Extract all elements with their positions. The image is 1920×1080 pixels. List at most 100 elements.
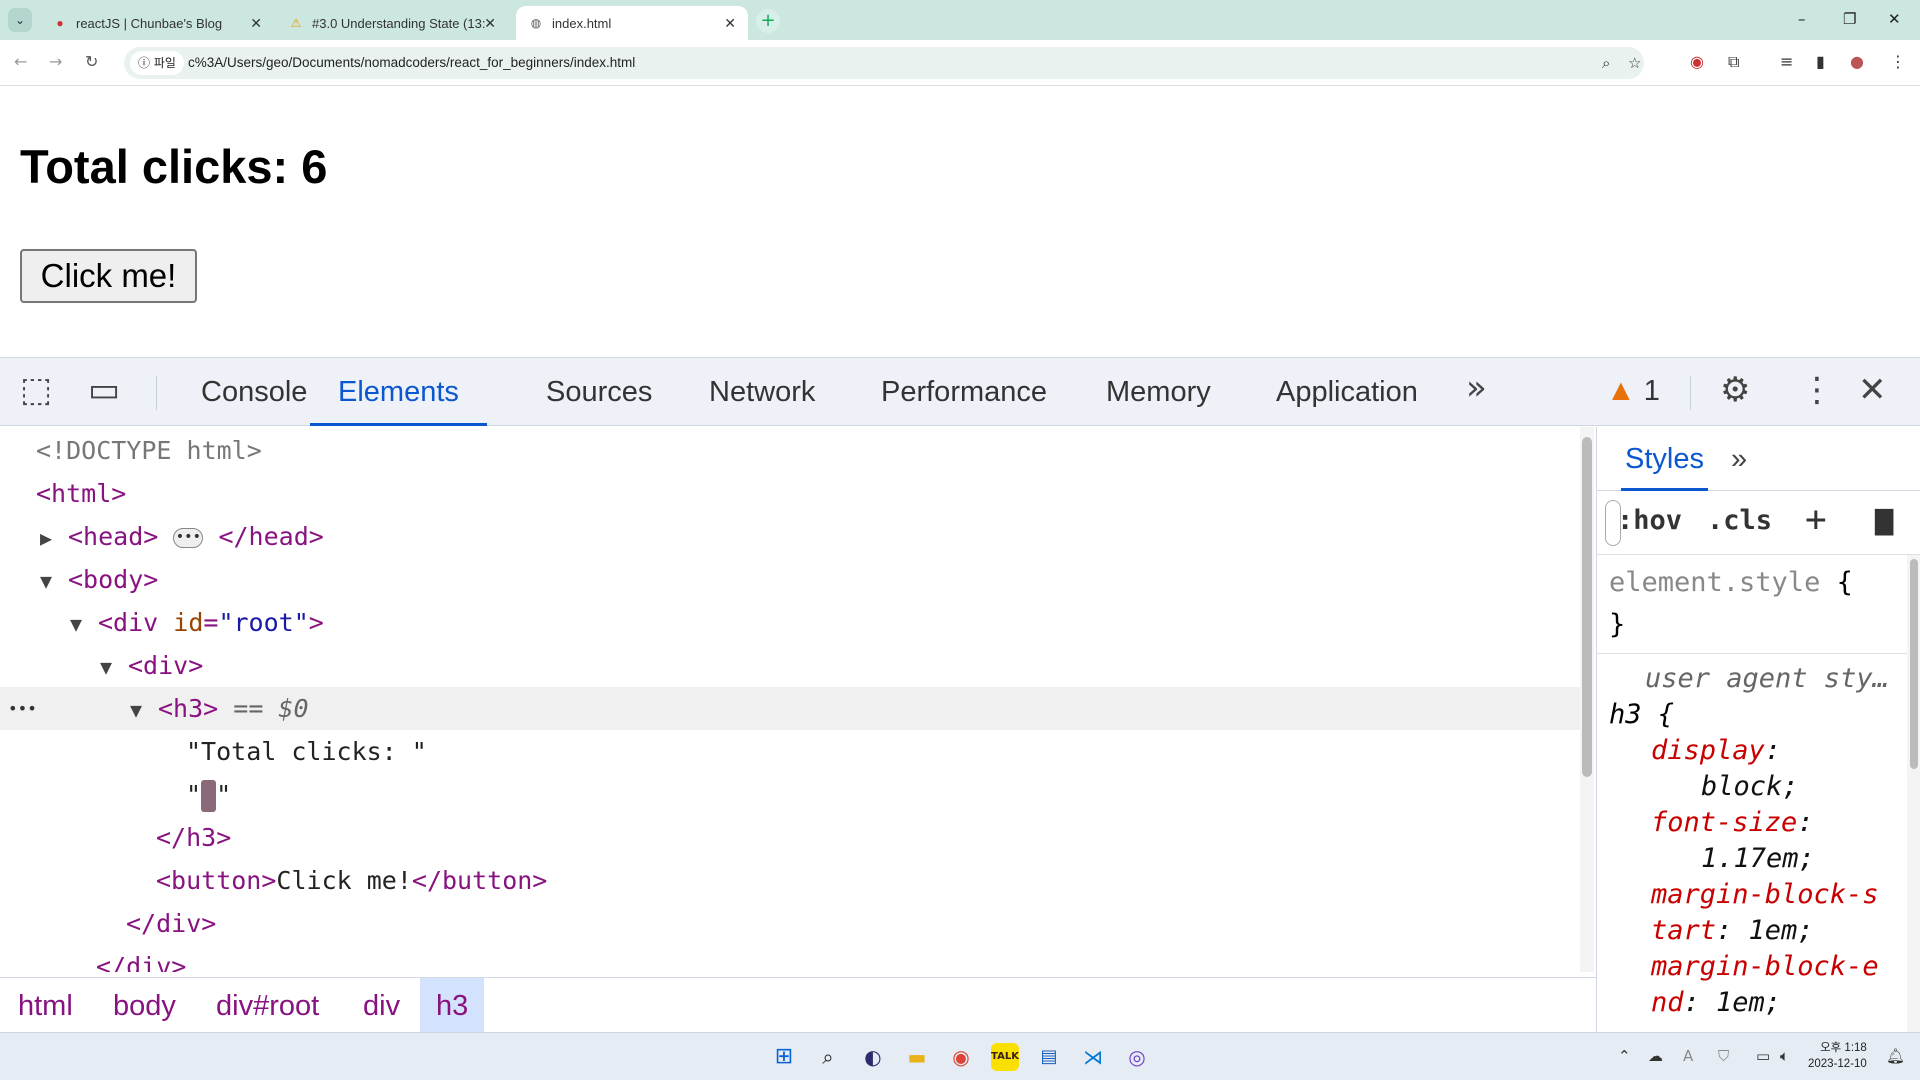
notification-bell-icon[interactable]: 🔔︎ [1886, 1047, 1905, 1065]
forward-icon[interactable]: → [49, 52, 62, 71]
address-bar[interactable]: ⓘ 파일 c%3A/Users/geo/Documents/nomadcoder… [124, 47, 1644, 79]
dom-node-h3-selected[interactable]: ••• ▼ <h3> == $0 [0, 687, 1580, 730]
tab-console[interactable]: Console [201, 358, 307, 426]
inspect-element-icon[interactable]: ⬚ [20, 370, 52, 410]
breadcrumb-div[interactable]: div [347, 978, 416, 1034]
site-info-chip[interactable]: ⓘ 파일 [130, 51, 184, 75]
dom-node-div-root-close[interactable]: </div> [0, 945, 1580, 972]
scrollbar-thumb[interactable] [1582, 437, 1592, 777]
collapse-triangle-icon[interactable]: ▼ [70, 603, 98, 646]
tab-styles[interactable]: Styles [1621, 427, 1708, 491]
style-property-font-size[interactable]: font-size: [1651, 805, 1814, 841]
profile-avatar[interactable]: ● [1850, 52, 1864, 71]
more-menu-icon[interactable]: ⋮ [1890, 52, 1906, 71]
url-text[interactable]: c%3A/Users/geo/Documents/nomadcoders/rea… [188, 47, 635, 79]
dom-node-doctype[interactable]: <!DOCTYPE html> [0, 429, 1580, 472]
extensions-puzzle-icon[interactable]: ⧉ [1728, 52, 1739, 72]
system-clock[interactable]: 오후 1:18 2023-12-10 [1808, 1040, 1867, 1072]
browser-tab-3[interactable]: ◍ index.html ✕ [516, 6, 748, 40]
settings-gear-icon[interactable]: ⚙ [1720, 370, 1750, 410]
dom-node-body[interactable]: ▼ <body> [0, 558, 1580, 601]
tab-memory[interactable]: Memory [1106, 358, 1211, 426]
tab-performance[interactable]: Performance [881, 358, 1047, 426]
zoom-icon[interactable]: ⌕ [1602, 54, 1610, 72]
notepad-app-icon[interactable]: ▤ [1035, 1043, 1063, 1071]
dom-text-node[interactable]: "Total clicks: " [0, 730, 1580, 773]
styles-scrollbar[interactable] [1907, 555, 1920, 1033]
eclipse-app-icon[interactable]: ◐ [859, 1043, 887, 1071]
minimize-icon[interactable]: – [1798, 10, 1806, 28]
more-tabs-chevron-icon[interactable]: » [1466, 368, 1487, 408]
property-value[interactable]: block; [1701, 769, 1799, 805]
browser-tab-1[interactable]: ● reactJS | Chunbae's Blog ✕ [40, 6, 274, 40]
node-actions-dots[interactable]: ••• [8, 687, 37, 730]
bookmark-star-icon[interactable]: ☆ [1628, 54, 1641, 72]
collapse-triangle-icon[interactable]: ▼ [40, 560, 68, 603]
close-tab-icon[interactable]: ✕ [250, 15, 262, 32]
restore-icon[interactable]: ❐ [1843, 10, 1856, 28]
security-icon[interactable]: ⛉ [1718, 1047, 1729, 1065]
dom-node-div-close[interactable]: </div> [0, 902, 1580, 945]
volume-icon[interactable]: 🔈︎ [1780, 1047, 1789, 1065]
breadcrumb-h3[interactable]: h3 [420, 978, 485, 1034]
hov-toggle[interactable]: :hov [1617, 505, 1682, 536]
device-toolbar-icon[interactable]: ▭ [88, 370, 120, 410]
style-property-display[interactable]: display: [1651, 733, 1781, 769]
github-desktop-icon[interactable]: ◎ [1123, 1043, 1151, 1071]
kakaotalk-app-icon[interactable]: TALK [991, 1043, 1019, 1071]
breadcrumb-html[interactable]: html [2, 978, 89, 1034]
breadcrumb-body[interactable]: body [97, 978, 192, 1034]
dom-node-head[interactable]: ▶ <head> ••• </head> [0, 515, 1580, 558]
style-property-margin-block-end[interactable]: margin-block-end: 1em; [1651, 949, 1891, 1021]
tab-elements[interactable]: Elements [310, 358, 487, 426]
media-control-icon[interactable]: ≡ [1780, 52, 1793, 71]
dom-node-div[interactable]: ▼ <div> [0, 644, 1580, 687]
collapsed-ellipsis-button[interactable]: ••• [173, 528, 204, 548]
element-style-rule[interactable]: element.style { [1609, 565, 1853, 601]
style-property-margin-block-start[interactable]: margin-block-start: 1em; [1651, 877, 1891, 949]
vscode-app-icon[interactable]: ⋊ [1079, 1043, 1107, 1071]
dom-text-node-editing[interactable]: " " [0, 773, 1580, 816]
dom-node-div-root[interactable]: ▼ <div id="root"> [0, 601, 1580, 644]
collapse-triangle-icon[interactable]: ▼ [130, 689, 158, 732]
breadcrumb-div-root[interactable]: div#root [200, 978, 335, 1034]
property-value[interactable]: 1.17em; [1701, 841, 1815, 877]
more-panes-chevron-icon[interactable]: » [1731, 427, 1747, 491]
devtools-menu-icon[interactable]: ⋮ [1800, 370, 1834, 410]
close-tab-icon[interactable]: ✕ [484, 15, 496, 32]
side-panel-icon[interactable]: ▮ [1816, 52, 1825, 71]
windows-start-icon[interactable]: ⊞ [770, 1043, 798, 1071]
reload-icon[interactable]: ↻ [85, 52, 98, 71]
h3-rule-selector[interactable]: h3 { [1609, 697, 1674, 733]
cls-toggle[interactable]: .cls [1707, 505, 1772, 536]
tab-network[interactable]: Network [709, 358, 815, 426]
scrollbar-thumb[interactable] [1910, 559, 1918, 769]
search-icon[interactable]: ⌕ [814, 1043, 842, 1071]
ime-icon[interactable]: A [1683, 1047, 1693, 1065]
close-tab-icon[interactable]: ✕ [724, 15, 736, 32]
dom-tree-scrollbar[interactable] [1580, 427, 1594, 972]
file-explorer-icon[interactable]: ▬ [903, 1043, 931, 1071]
paint-brush-icon[interactable]: ▆ [1875, 501, 1893, 536]
chrome-app-icon[interactable]: ◉ [947, 1043, 975, 1071]
back-icon[interactable]: ← [14, 52, 27, 71]
tray-overflow-chevron-icon[interactable]: ⌃ [1618, 1047, 1631, 1065]
tab-application[interactable]: Application [1276, 358, 1418, 426]
expand-triangle-icon[interactable]: ▶ [40, 517, 68, 560]
tab-search-button[interactable]: ⌄ [8, 8, 32, 32]
dom-node-button[interactable]: <button>Click me!</button> [0, 859, 1580, 902]
click-me-button[interactable]: Click me! [20, 249, 197, 303]
tab-sources[interactable]: Sources [546, 358, 652, 426]
close-window-icon[interactable]: ✕ [1888, 10, 1901, 28]
browser-tab-2[interactable]: ⚠ #3.0 Understanding State (13: ✕ [276, 6, 508, 40]
issues-counter[interactable]: ▲ 1 [1606, 374, 1660, 408]
network-icon[interactable]: ▭ [1756, 1047, 1770, 1065]
dom-node-h3-close[interactable]: </h3> [0, 816, 1580, 859]
extension-icon[interactable]: ◉ [1690, 52, 1704, 71]
dom-node-html[interactable]: <html> [0, 472, 1580, 515]
collapse-triangle-icon[interactable]: ▼ [100, 646, 128, 689]
new-tab-button[interactable]: + [756, 9, 780, 33]
new-rule-plus-icon[interactable]: + [1805, 499, 1827, 540]
close-devtools-icon[interactable]: ✕ [1858, 370, 1887, 410]
cloud-icon[interactable]: ☁ [1648, 1047, 1663, 1065]
